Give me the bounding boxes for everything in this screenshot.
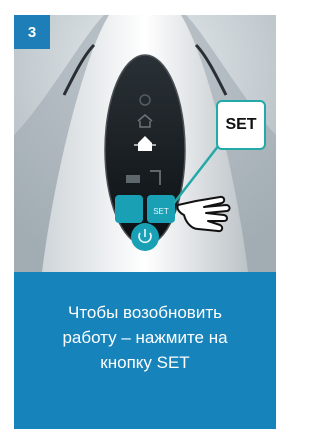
caption-line: Чтобы возобновить	[68, 303, 222, 322]
instruction-caption: Чтобы возобновить работу – нажмите на кн…	[14, 300, 276, 375]
caption-line: работу – нажмите на	[62, 328, 228, 347]
set-callout: SET	[216, 100, 266, 150]
svg-text:SET: SET	[153, 207, 169, 216]
caption-line: кнопку SET	[100, 353, 190, 372]
step-number-badge: 3	[14, 15, 50, 49]
